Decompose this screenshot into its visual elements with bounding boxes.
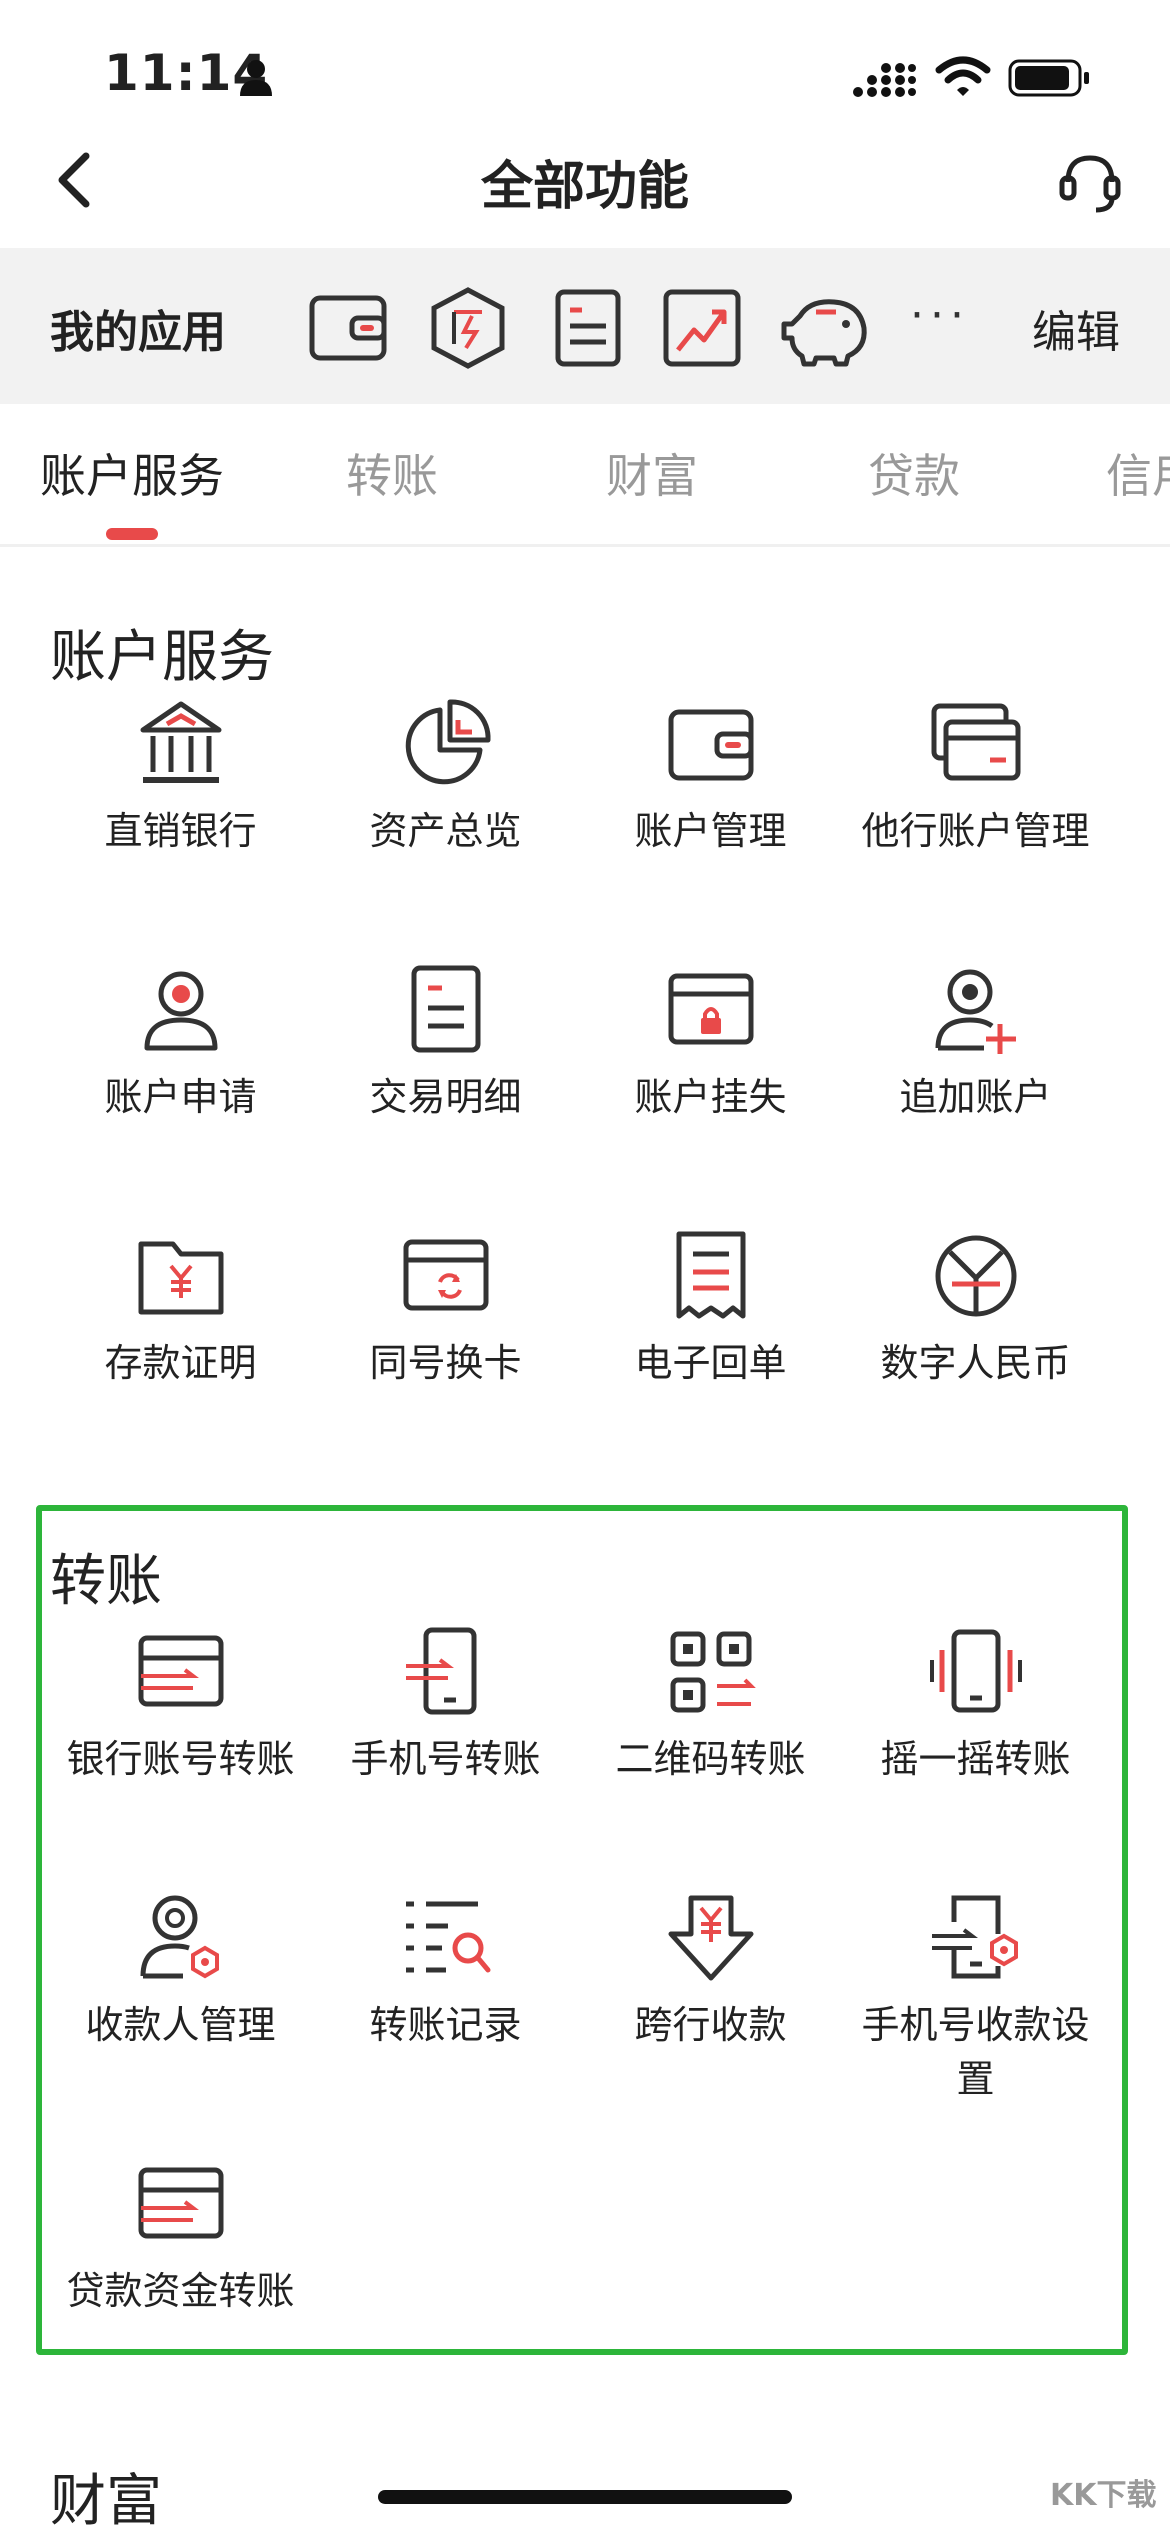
grid-item-account-application[interactable]: 账户申请	[48, 962, 313, 1124]
tab-transfer[interactable]: 转账	[346, 440, 438, 506]
grid-item-label: 账户挂失	[634, 1075, 787, 1119]
grid-item-card-replacement[interactable]: 同号换卡	[313, 1228, 578, 1390]
tab-account-services[interactable]: 账户服务	[40, 440, 224, 506]
grid-item-loan-fund-transfer[interactable]: 贷款资金转账	[48, 2156, 313, 2318]
digital-rmb-icon	[935, 1235, 1016, 1317]
home-indicator[interactable]	[378, 2490, 792, 2504]
grid-item-direct-bank[interactable]: 直销银行	[48, 696, 313, 858]
grid-item-label: 手机号转账	[350, 1737, 541, 1781]
grid-item-deposit-certificate[interactable]: 存款证明	[48, 1228, 313, 1390]
customer-service-icon[interactable]	[1058, 150, 1122, 216]
person-icon	[240, 60, 272, 96]
grid-item-bank-account-transfer[interactable]: 银行账号转账	[48, 1624, 313, 1786]
document-icon[interactable]	[546, 286, 630, 370]
yuan-arrow-down-icon	[668, 1895, 753, 1981]
grid-item-label: 跨行收款	[634, 2003, 787, 2047]
wallet-icon	[668, 709, 753, 781]
section-title-account-services: 账户服务	[50, 625, 274, 690]
grid-item-label: 同号换卡	[369, 1341, 522, 1385]
trend-chart-icon[interactable]	[660, 286, 744, 370]
grid-item-label: 电子回单	[634, 1341, 787, 1385]
grid-item-e-receipt[interactable]: 电子回单	[578, 1228, 843, 1390]
grid-item-label: 账户管理	[634, 809, 787, 853]
my-apps-label: 我的应用	[50, 307, 226, 358]
add-user-icon	[935, 969, 1016, 1054]
card-lock-icon	[668, 973, 753, 1045]
grid-item-label: 账户申请	[104, 1075, 257, 1119]
grid-item-other-bank-accounts[interactable]: 他行账户管理	[843, 696, 1108, 858]
qr-transfer-icon	[670, 1631, 756, 1713]
bank-icon	[140, 701, 221, 783]
grid-item-label: 银行账号转账	[66, 1737, 295, 1781]
wifi-icon	[935, 56, 991, 96]
grid-item-label: 数字人民币	[880, 1341, 1071, 1385]
grid-item-transaction-details[interactable]: 交易明细	[313, 962, 578, 1124]
document-icon	[411, 965, 480, 1053]
phone-transfer-icon	[405, 1627, 476, 1715]
grid-item-report-loss[interactable]: 账户挂失	[578, 962, 843, 1124]
grid-item-label: 交易明细	[369, 1075, 522, 1119]
grid-item-label: 转账记录	[369, 2003, 522, 2047]
grid-item-label: 收款人管理	[85, 2003, 276, 2047]
cards-icon	[931, 703, 1020, 781]
grid-item-qr-transfer[interactable]: 二维码转账	[578, 1624, 843, 1786]
grid-item-shake-transfer[interactable]: 摇一摇转账	[843, 1624, 1108, 1786]
grid-item-account-management[interactable]: 账户管理	[578, 696, 843, 858]
grid-item-label: 资产总览	[369, 809, 522, 853]
edit-button[interactable]: 编辑	[1032, 296, 1120, 360]
phone-settings-icon	[931, 1895, 1018, 1979]
shake-phone-icon	[929, 1629, 1022, 1713]
grid-item-label: 贷款资金转账	[66, 2269, 295, 2313]
watermark: KK下载	[1050, 2478, 1157, 2513]
piggy-bank-icon[interactable]	[780, 286, 872, 370]
grid-item-add-account[interactable]: 追加账户	[843, 962, 1108, 1124]
section-title-wealth: 财富	[50, 2469, 162, 2534]
pie-chart-icon	[405, 699, 491, 785]
list-search-icon	[405, 1901, 490, 1973]
card-transfer-icon	[138, 2167, 223, 2239]
flash-badge-icon[interactable]	[426, 286, 510, 370]
tab-divider	[0, 544, 1170, 547]
grid-item-phone-transfer[interactable]: 手机号转账	[313, 1624, 578, 1786]
grid-item-transfer-records[interactable]: 转账记录	[313, 1890, 578, 2052]
grid-item-label: 手机号收款设置	[861, 2003, 1090, 2101]
page-title: 全部功能	[480, 157, 689, 217]
receipt-icon	[676, 1231, 745, 1319]
grid-item-interbank-collection[interactable]: 跨行收款	[578, 1890, 843, 2052]
grid-item-label: 摇一摇转账	[880, 1737, 1071, 1781]
user-icon	[144, 971, 217, 1051]
battery-icon	[1008, 59, 1089, 97]
card-transfer-icon	[138, 1635, 223, 1707]
wallet-icon[interactable]	[306, 286, 390, 370]
grid-item-label: 存款证明	[104, 1341, 257, 1385]
grid-item-label: 追加账户	[899, 1075, 1052, 1119]
section-title-transfer: 转账	[50, 1549, 162, 1614]
tab-wealth[interactable]: 财富	[606, 440, 698, 506]
grid-item-phone-collection-settings[interactable]: 手机号收款设置	[843, 1890, 1108, 2106]
more-apps-dots[interactable]: ···	[910, 290, 970, 341]
grid-item-label: 他行账户管理	[861, 809, 1090, 853]
tab-credit[interactable]: 信用	[1106, 440, 1170, 506]
grid-item-label: 直销银行	[104, 809, 257, 853]
grid-item-digital-rmb[interactable]: 数字人民币	[843, 1228, 1108, 1390]
card-refresh-icon	[403, 1239, 488, 1311]
signal-icon	[853, 63, 916, 97]
grid-item-payee-management[interactable]: 收款人管理	[48, 1890, 313, 2052]
folder-yuan-icon	[138, 1241, 223, 1315]
grid-item-label: 二维码转账	[615, 1737, 806, 1781]
tab-loans[interactable]: 贷款	[868, 440, 960, 506]
grid-item-asset-overview[interactable]: 资产总览	[313, 696, 578, 858]
active-tab-indicator	[106, 528, 158, 540]
payee-settings-icon	[140, 1895, 219, 1979]
